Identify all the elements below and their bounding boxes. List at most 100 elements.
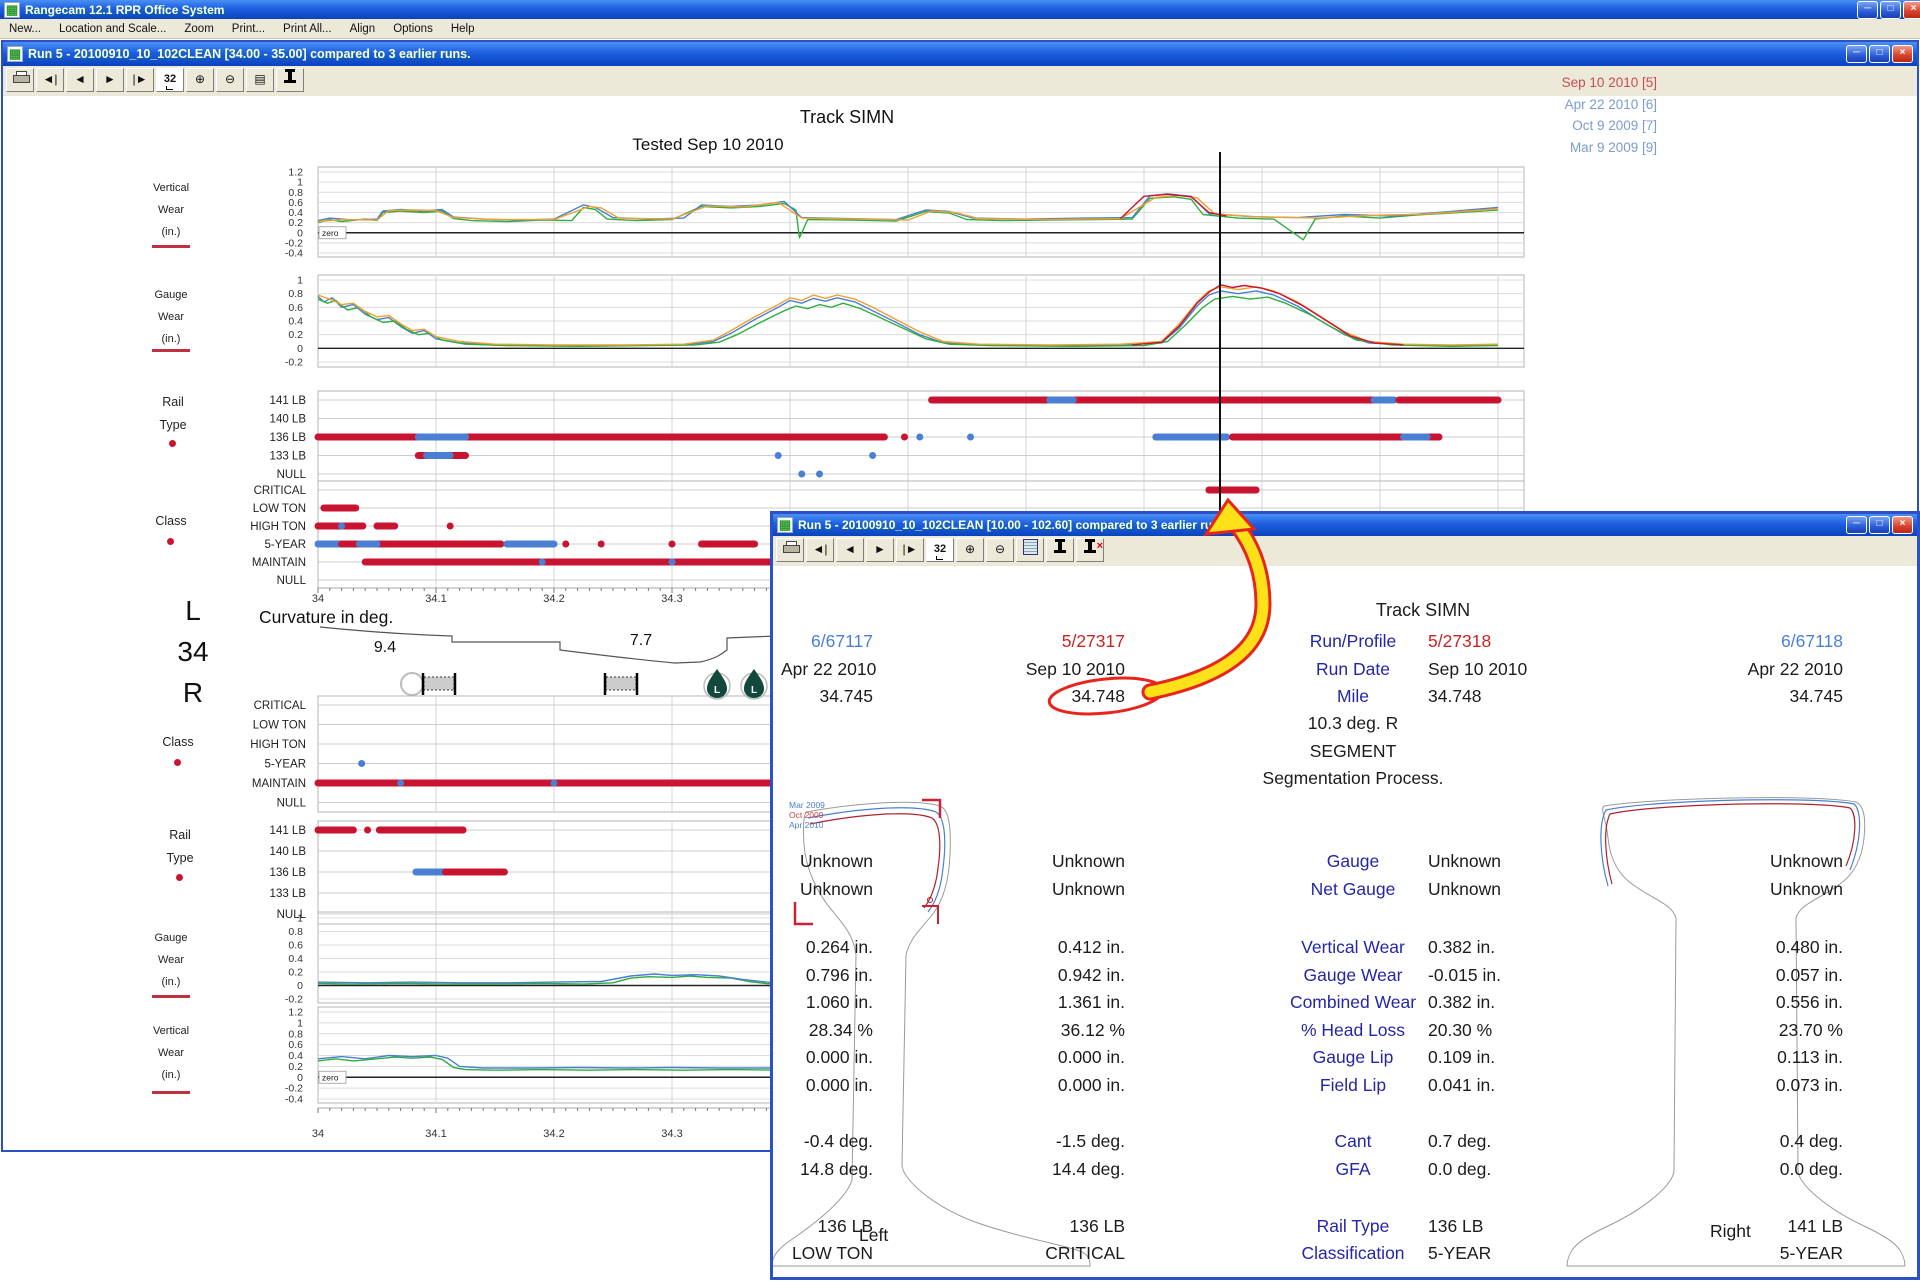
gauge-point-bracket [795,902,813,924]
y-axis-tick-label: 0.4 [288,316,303,328]
run-mile: 34.745 [1711,686,1843,707]
zoom-in-button[interactable]: ⊕ [956,538,984,562]
measure-value: 0.382 in. [1428,992,1578,1013]
run-date: Apr 22 2010 [1711,659,1843,680]
x-axis-tick-label: 34 [312,593,324,605]
x-axis-tick-label: 34.1 [425,593,446,605]
measure-value: 36.12 % [1003,1020,1125,1041]
window2-content: Track SIMN Run/ProfileRun DateMile6/6711… [773,562,1917,1277]
segment-info-line: Segmentation Process. [1193,768,1513,789]
profile-legend-entry: Oct 2009 [789,810,824,820]
measure-value: 0.073 in. [1711,1075,1843,1096]
measure-value: 0.796 in. [781,965,873,986]
print-button[interactable] [776,538,804,562]
measure-value: 0.556 in. [1711,992,1843,1013]
category-row-label: HIGH TON [250,521,306,533]
measure-value: Unknown [781,851,873,872]
run-number: 5/27318 [1428,631,1578,652]
category-row-label: 140 LB [270,414,307,426]
header-row-label: Run Date [1251,659,1455,680]
go-last-button[interactable]: |► [896,538,924,562]
window2-maximize-button[interactable]: □ [1869,516,1890,534]
scatter-dot [447,523,454,530]
measure-value: Unknown [1428,879,1578,900]
category-row-label: 133 LB [270,451,307,463]
scatter-dot [551,780,558,787]
run-mile: 34.748 [1003,686,1125,707]
category-row-label: 141 LB [270,825,307,837]
measure-label: Vertical Wear [1251,937,1455,958]
prev-button[interactable]: ◄ [836,538,864,562]
run-mile: 34.748 [1428,686,1578,707]
y-axis-tick-label: 0 [297,343,303,355]
measure-label: Field Lip [1251,1075,1455,1096]
scatter-dot [869,452,876,459]
category-row-label: HIGH TON [250,739,306,751]
measure-value: Unknown [1711,879,1843,900]
x-axis-tick-label: 34.1 [425,1128,446,1140]
mile-cursor-line[interactable] [1219,152,1221,513]
rail-profile-button[interactable] [1046,538,1074,562]
measure-value: 0.0 deg. [1428,1159,1578,1180]
measure-value: 0.0 deg. [1711,1159,1843,1180]
measure-value: 1.361 in. [1003,992,1125,1013]
category-row-label: 136 LB [270,432,307,444]
measure-value: 0.264 in. [781,937,873,958]
scatter-dot [598,541,605,548]
measure-value: 0.942 in. [1003,965,1125,986]
measure-value: 5-YEAR [1428,1243,1578,1264]
category-row-label: 140 LB [270,846,307,858]
category-row-label: 5-YEAR [264,539,306,551]
measure-value: 0.4 deg. [1711,1131,1843,1152]
right-rail-profile-apr2010 [1601,800,1860,886]
right-rail-label: Right [1710,1221,1751,1242]
y-axis-tick-label: 0.6 [288,940,303,952]
scatter-dot [916,434,923,441]
segment-info-line: SEGMENT [1193,741,1513,762]
y-axis-tick-label: -0.4 [285,1094,303,1106]
measure-value: 0.000 in. [781,1047,873,1068]
scatter-dot [901,434,908,441]
scatter-dot [967,434,974,441]
window2-close-button[interactable]: × [1892,516,1913,534]
profile-legend-entry: Mar 2009 [789,800,825,810]
curvature-value-label: 9.4 [374,639,396,656]
measure-value: 0.7 deg. [1428,1131,1578,1152]
measure-value: 23.70 % [1711,1020,1843,1041]
next-button[interactable]: ► [866,538,894,562]
measure-value: 0.109 in. [1428,1047,1578,1068]
measure-value: Unknown [781,879,873,900]
y-axis-tick-label: 1 [297,275,303,287]
page-size-button[interactable]: 32 [926,538,954,562]
window-run5-zoom: ▦ Run 5 - 20100910_10_102CLEAN [10.00 - … [770,511,1920,1280]
go-first-button[interactable]: ◄| [806,538,834,562]
measure-label: GFA [1251,1159,1455,1180]
category-row-label: CRITICAL [254,485,307,497]
zoom-out-button[interactable]: ⊖ [986,538,1014,562]
ruler-button[interactable] [1016,538,1044,562]
measure-value: 0.057 in. [1711,965,1843,986]
x-axis-tick-label: 34.3 [661,593,682,605]
profile-legend-entry: Apr 2010 [789,820,824,830]
measure-label: Net Gauge [1251,879,1455,900]
window2-title: Run 5 - 20100910_10_102CLEAN [10.00 - 10… [798,518,1841,532]
measure-value: 14.8 deg. [781,1159,873,1180]
measure-label: Combined Wear [1251,992,1455,1013]
category-row-label: LOW TON [253,720,306,732]
scatter-dot [338,523,345,530]
category-row-label: CRITICAL [254,700,307,712]
window2-minimize-button[interactable]: ─ [1846,516,1867,534]
measure-value: 0.480 in. [1711,937,1843,958]
rail-profile-close-button[interactable]: × [1076,538,1104,562]
window2-icon: ▦ [777,517,793,533]
measure-label: Gauge Lip [1251,1047,1455,1068]
category-row-label: NULL [277,798,307,810]
header-row-label: Mile [1251,686,1455,707]
category-row-label: LOW TON [253,503,306,515]
run-date: Apr 22 2010 [781,659,873,680]
switch-icon [401,673,423,695]
measure-value: Unknown [1003,879,1125,900]
x-axis-tick-label: 34 [312,1128,324,1140]
category-row-label: NULL [277,909,307,921]
scatter-dot [397,780,404,787]
